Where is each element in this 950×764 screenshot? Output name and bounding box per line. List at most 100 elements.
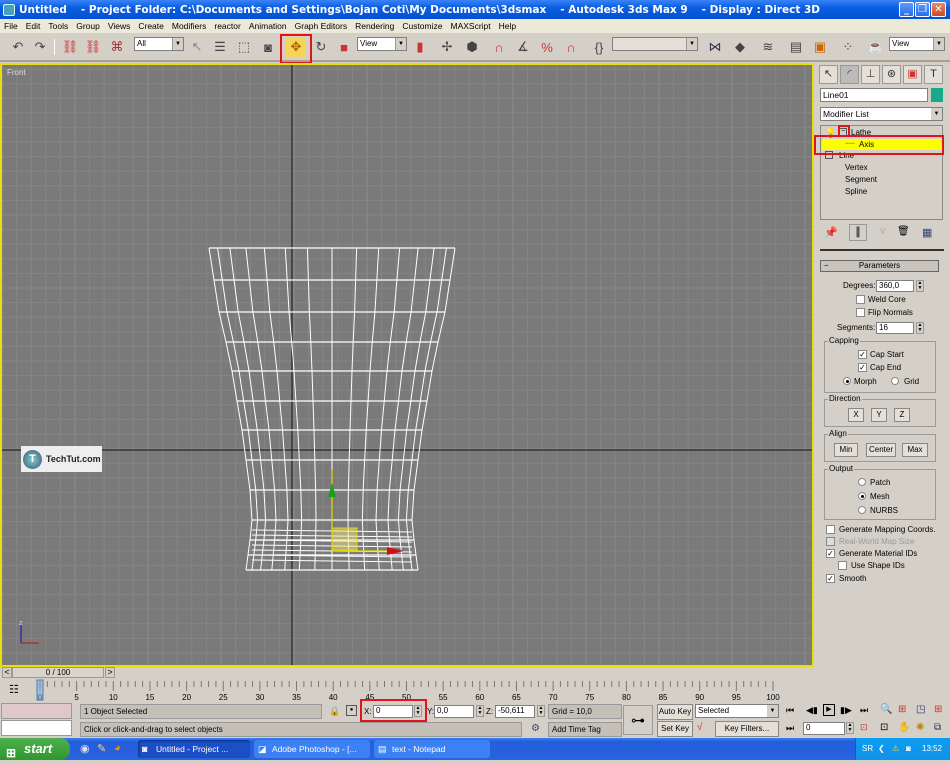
- key-filters-button[interactable]: Key Filters...: [715, 721, 779, 737]
- utilities-tab-icon[interactable]: T: [924, 65, 943, 84]
- degrees-input[interactable]: 360,0: [876, 280, 914, 292]
- direction-x-button[interactable]: X: [848, 408, 864, 422]
- nurbs-radio[interactable]: [858, 506, 866, 514]
- set-key-mode-icon[interactable]: ⊶: [623, 705, 653, 735]
- next-frame-icon[interactable]: ▮▶: [840, 705, 852, 716]
- object-name-field[interactable]: Line01: [820, 88, 928, 102]
- named-selection-sets-dropdown[interactable]: ▼: [612, 37, 698, 51]
- time-tag-icon[interactable]: ⚙: [531, 723, 540, 734]
- maxscript-listener-pink[interactable]: [1, 703, 72, 719]
- generate-mapping-coords-checkbox[interactable]: [826, 525, 835, 534]
- edit-named-selection-icon[interactable]: {}: [589, 37, 609, 57]
- key-mode-toggle-icon[interactable]: ⏭: [786, 723, 794, 734]
- z-coord-spinner[interactable]: ▲ ▼: [537, 705, 545, 717]
- maxscript-listener-white[interactable]: [1, 720, 72, 736]
- restore-button[interactable]: ❐: [915, 2, 930, 17]
- undo-icon[interactable]: ↶: [8, 37, 28, 57]
- close-button[interactable]: ✕: [931, 2, 946, 17]
- go-to-end-icon[interactable]: ⏭: [860, 705, 868, 716]
- material-editor-icon[interactable]: ⁘: [838, 37, 858, 57]
- field-of-view-icon[interactable]: ⊡: [880, 722, 888, 733]
- pivot-center-icon[interactable]: ▮: [410, 37, 430, 57]
- motion-tab-icon[interactable]: ⊛: [882, 65, 901, 84]
- minimize-button[interactable]: _: [899, 2, 914, 17]
- current-frame-spinner[interactable]: ▲ ▼: [846, 722, 854, 734]
- network-warning-icon[interactable]: ⚠: [892, 738, 899, 760]
- align-icon[interactable]: ◆: [730, 37, 750, 57]
- pin-stack-icon[interactable]: 📌: [824, 226, 838, 239]
- add-time-tag[interactable]: Add Time Tag: [548, 722, 622, 737]
- time-slider[interactable]: < 0 / 100 >: [0, 667, 814, 679]
- configure-modifier-sets-icon[interactable]: ▦: [922, 226, 932, 239]
- degrees-spinner[interactable]: ▲ ▼: [916, 280, 924, 292]
- quicklaunch-ie-icon[interactable]: ◉: [80, 742, 90, 755]
- make-unique-icon[interactable]: ∨: [879, 226, 886, 237]
- front-viewport[interactable]: Front T TechTut.com z x: [0, 63, 814, 667]
- arc-rotate-icon[interactable]: ✺: [916, 722, 924, 733]
- schematic-view-icon[interactable]: ▣: [810, 37, 830, 57]
- remove-modifier-icon[interactable]: 🗑: [897, 226, 910, 237]
- menu-group[interactable]: Group: [72, 21, 104, 31]
- menu-edit[interactable]: Edit: [22, 21, 45, 31]
- menu-create[interactable]: Create: [134, 21, 168, 31]
- weld-core-checkbox[interactable]: [856, 295, 865, 304]
- snaps-toggle-icon[interactable]: ∩: [489, 37, 509, 57]
- menu-reactor[interactable]: reactor: [210, 21, 244, 31]
- render-scene-icon[interactable]: ☕: [866, 37, 886, 57]
- select-and-scale-icon[interactable]: ■: [334, 37, 354, 57]
- spinner-snap-icon[interactable]: ∩: [561, 37, 581, 57]
- redo-icon[interactable]: ↷: [30, 37, 50, 57]
- absolute-mode-icon[interactable]: ●: [346, 705, 357, 716]
- mesh-radio[interactable]: [858, 492, 866, 500]
- quicklaunch-firefox-icon[interactable]: ◕: [114, 742, 121, 754]
- show-hidden-icons-icon[interactable]: ❮: [878, 738, 885, 760]
- morph-radio[interactable]: [843, 377, 851, 385]
- zoom-extents-icon[interactable]: ◳: [916, 704, 925, 715]
- object-color-swatch[interactable]: [931, 88, 943, 102]
- pan-hand-icon[interactable]: ✋: [898, 722, 910, 733]
- create-tab-icon[interactable]: ↖: [819, 65, 838, 84]
- menu-customize[interactable]: Customize: [398, 21, 446, 31]
- segments-spinner[interactable]: ▲ ▼: [916, 322, 924, 334]
- select-and-rotate-icon[interactable]: ↻: [311, 37, 331, 57]
- bind-to-space-warp-icon[interactable]: ⌘: [107, 37, 127, 57]
- keyboard-shortcut-override-icon[interactable]: ⬢: [462, 37, 482, 57]
- menu-maxscript[interactable]: MAXScript: [446, 21, 494, 31]
- task-3dsmax[interactable]: ◙ Untitled - Project ...: [138, 740, 250, 758]
- menu-views[interactable]: Views: [104, 21, 135, 31]
- smooth-checkbox[interactable]: ✓: [826, 574, 835, 583]
- time-slider-thumb[interactable]: 0 / 100: [12, 667, 104, 678]
- selection-filter-dropdown[interactable]: All ▼: [134, 37, 184, 51]
- task-notepad[interactable]: ▤ text - Notepad: [374, 740, 490, 758]
- rectangular-selection-icon[interactable]: ⬚: [234, 37, 254, 57]
- angle-snap-icon[interactable]: ∡: [513, 37, 533, 57]
- viewport-label[interactable]: Front: [7, 68, 26, 77]
- direction-z-button[interactable]: Z: [894, 408, 910, 422]
- grid-radio[interactable]: [891, 377, 899, 385]
- start-button[interactable]: ⊞ start: [0, 738, 70, 760]
- menu-animation[interactable]: Animation: [245, 21, 291, 31]
- render-type-dropdown[interactable]: View ▼: [889, 37, 945, 51]
- play-icon[interactable]: ▶: [823, 704, 835, 716]
- menu-file[interactable]: File: [0, 21, 22, 31]
- auto-key-button[interactable]: Auto Key: [657, 704, 693, 720]
- align-max-button[interactable]: Max: [902, 443, 928, 457]
- zoom-icon[interactable]: 🔍: [880, 704, 892, 715]
- set-key-button[interactable]: Set Key: [657, 721, 693, 737]
- select-object-icon[interactable]: ↖: [187, 37, 207, 57]
- select-manipulate-icon[interactable]: ✢: [437, 37, 457, 57]
- align-center-button[interactable]: Center: [866, 443, 896, 457]
- select-and-link-icon[interactable]: ⛓: [60, 37, 80, 57]
- patch-radio[interactable]: [858, 478, 866, 486]
- segments-input[interactable]: 16: [876, 322, 914, 334]
- modify-tab-icon[interactable]: ◜: [840, 65, 859, 84]
- stack-item-spline[interactable]: Spline: [845, 187, 867, 196]
- key-mode-dropdown[interactable]: Selected ▼: [695, 704, 779, 718]
- generate-material-ids-checkbox[interactable]: ✓: [826, 549, 835, 558]
- go-to-start-icon[interactable]: ⏮: [786, 705, 794, 716]
- lock-selection-icon[interactable]: 🔒: [329, 706, 340, 717]
- default-tangents-icon[interactable]: √: [697, 722, 703, 733]
- cap-start-checkbox[interactable]: ✓: [858, 350, 867, 359]
- language-indicator[interactable]: SR: [862, 738, 873, 760]
- flip-normals-checkbox[interactable]: [856, 308, 865, 317]
